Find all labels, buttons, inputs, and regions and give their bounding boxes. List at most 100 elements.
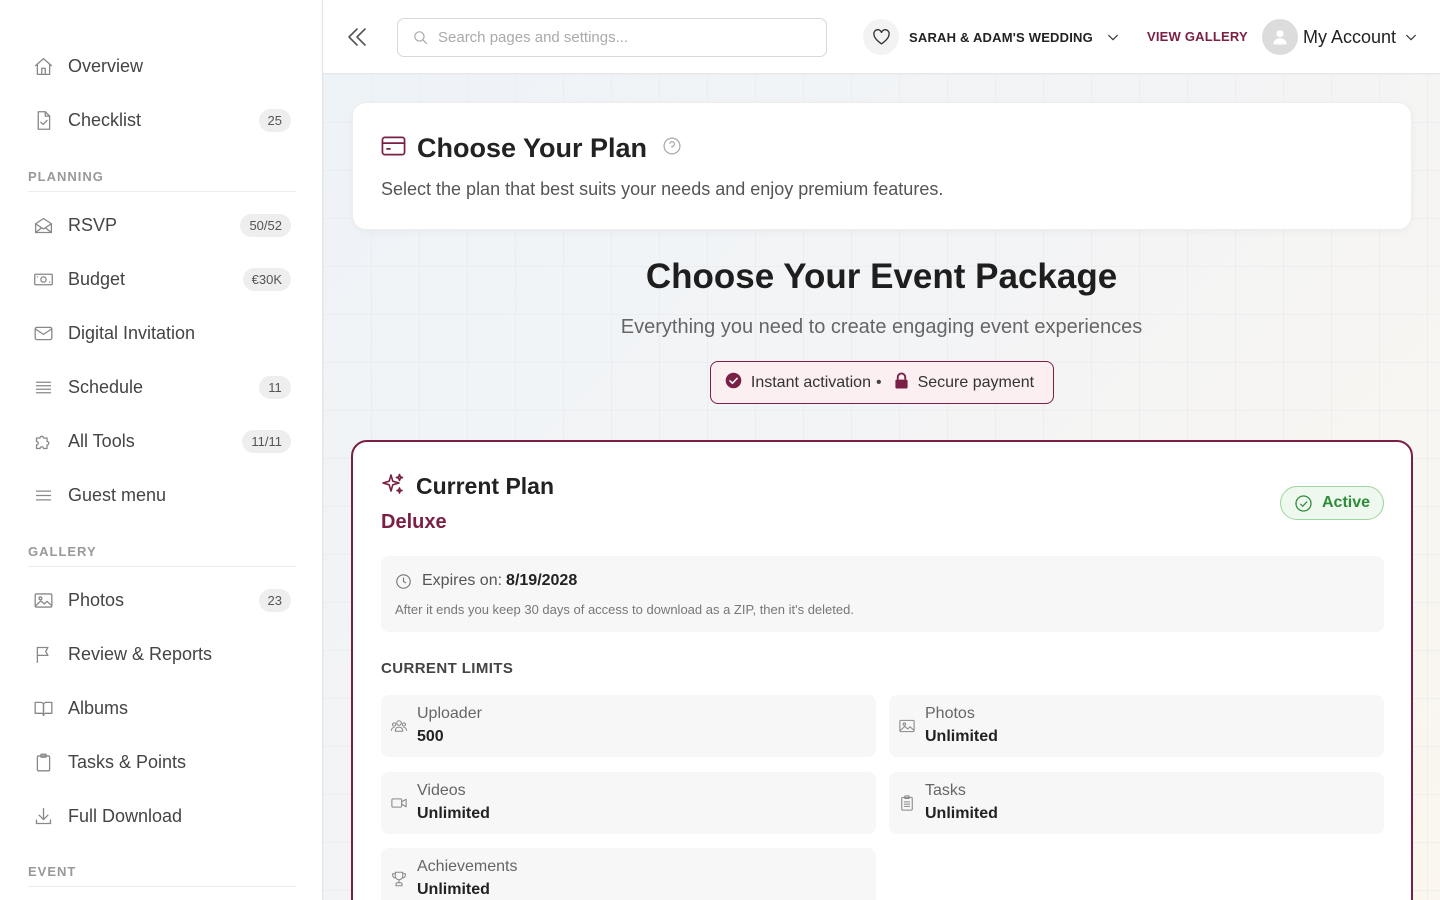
- sidebar-item-label: Tasks & Points: [68, 751, 187, 772]
- limit-value: 500: [417, 728, 444, 745]
- image-icon: [898, 717, 916, 735]
- sidebar-item-label: Guest menu: [68, 484, 167, 505]
- video-icon: [390, 794, 408, 812]
- sidebar-item-label: Overview: [68, 55, 144, 76]
- limit-value: Unlimited: [417, 805, 490, 822]
- flag-icon: [32, 643, 54, 665]
- check-circle-icon: [1295, 494, 1312, 512]
- page-subtitle: Select the plan that best suits your nee…: [381, 179, 944, 199]
- limit-value: Unlimited: [417, 881, 490, 898]
- credit-card-icon: [381, 135, 406, 162]
- check-circle-icon: [725, 372, 742, 394]
- banknote-icon: [32, 268, 54, 290]
- limit-value: Unlimited: [925, 805, 998, 822]
- package-title: Choose Your Event Package: [645, 257, 1118, 296]
- current-plan-heading: Current Plan: [416, 473, 555, 499]
- chevrons-left-icon: [348, 28, 366, 46]
- sidebar-item-label: All Tools: [68, 430, 135, 451]
- sidebar-item-guest-menu[interactable]: Guest menu: [28, 475, 291, 515]
- sidebar-item-label: Full Download: [68, 805, 183, 826]
- sidebar-item-all-tools[interactable]: All Tools 11/11: [28, 421, 291, 461]
- status-badge: Active: [1280, 486, 1384, 520]
- limit-label: Achievements: [417, 858, 518, 875]
- section-label-planning: PLANNING: [28, 169, 296, 192]
- instant-activation-label: Instant activation: [750, 373, 871, 391]
- sidebar-item-label: Photos: [68, 589, 125, 610]
- sidebar-item-rsvp[interactable]: RSVP 50/52: [28, 205, 291, 245]
- section-label-event: EVENT: [28, 864, 296, 887]
- current-plan-card: Current Plan Deluxe Active Expires on: 8…: [351, 440, 1413, 900]
- count-badge: 11: [259, 375, 291, 399]
- package-subtitle: Everything you need to create engaging e…: [620, 316, 1143, 338]
- account-menu[interactable]: My Account: [1262, 19, 1419, 55]
- top-bar: SARAH & ADAM'S WEDDING VIEW GALLERY My A…: [323, 0, 1440, 74]
- secure-payment-label: Secure payment: [917, 373, 1035, 391]
- search-input[interactable]: [438, 29, 826, 46]
- sidebar-item-albums[interactable]: Albums: [28, 688, 291, 728]
- count-badge: 23: [258, 588, 291, 612]
- event-name: SARAH & ADAM'S WEDDING: [909, 29, 1093, 45]
- home-icon: [32, 55, 54, 77]
- sidebar-item-digital-invitation[interactable]: Digital Invitation: [28, 313, 291, 353]
- download-icon: [32, 805, 54, 827]
- sidebar-item-tasks-points[interactable]: Tasks & Points: [28, 742, 291, 782]
- limit-photos: Photos Unlimited: [889, 695, 1384, 757]
- menu-icon: [32, 484, 54, 506]
- user-icon: [1273, 30, 1287, 45]
- page-title: Choose Your Plan: [417, 133, 648, 163]
- clock-icon: [396, 573, 411, 589]
- users-icon: [390, 717, 408, 735]
- limits-title: CURRENT LIMITS: [381, 660, 514, 677]
- count-badge: 11/11: [242, 429, 291, 453]
- main-content: Choose Your Plan Select the plan that be…: [323, 74, 1440, 900]
- trust-pill: Instant activation • Secure payment: [710, 361, 1054, 404]
- limit-videos: Videos Unlimited: [381, 772, 876, 834]
- clipboard-list-icon: [898, 794, 916, 812]
- envelope-open-icon: [32, 214, 54, 236]
- sidebar-item-checklist[interactable]: Checklist 25: [28, 100, 291, 140]
- mail-icon: [32, 322, 54, 344]
- list-icon: [32, 376, 54, 398]
- view-gallery-link[interactable]: VIEW GALLERY: [1147, 29, 1248, 44]
- limit-label: Uploader: [417, 705, 482, 722]
- sidebar-item-label: RSVP: [68, 214, 118, 235]
- collapse-sidebar-button[interactable]: [345, 24, 369, 50]
- sidebar-item-full-download[interactable]: Full Download: [28, 796, 291, 836]
- file-check-icon: [32, 109, 54, 131]
- count-badge: €30K: [242, 267, 291, 291]
- limit-label: Videos: [417, 782, 466, 799]
- sidebar-item-budget[interactable]: Budget €30K: [28, 259, 291, 299]
- status-label: Active: [1321, 494, 1371, 511]
- avatar: [1262, 19, 1298, 55]
- search-box[interactable]: [397, 18, 827, 57]
- section-label-gallery: GALLERY: [28, 544, 296, 567]
- sidebar-item-review-reports[interactable]: Review & Reports: [28, 634, 291, 674]
- search-icon: [414, 31, 428, 45]
- sidebar-item-label: Schedule: [68, 376, 144, 397]
- expiry-note: After it ends you keep 30 days of access…: [395, 602, 854, 617]
- limit-label: Tasks: [925, 782, 966, 799]
- expires-value: 8/19/2028: [506, 572, 578, 589]
- limit-achievements: Achievements Unlimited: [381, 848, 876, 900]
- image-icon: [32, 589, 54, 611]
- limit-tasks: Tasks Unlimited: [889, 772, 1384, 834]
- event-selector[interactable]: SARAH & ADAM'S WEDDING: [863, 19, 1121, 55]
- sidebar-item-label: Budget: [68, 268, 126, 289]
- count-badge: 25: [258, 108, 291, 132]
- sidebar-item-label: Review & Reports: [68, 643, 213, 664]
- sidebar-item-photos[interactable]: Photos 23: [28, 580, 291, 620]
- limit-label: Photos: [925, 705, 975, 722]
- clipboard-icon: [32, 751, 54, 773]
- sidebar-item-schedule[interactable]: Schedule 11: [28, 367, 291, 407]
- expires-label: Expires on:: [422, 572, 503, 589]
- sidebar-item-label: Checklist: [68, 109, 142, 130]
- limit-uploader: Uploader 500: [381, 695, 876, 757]
- plan-header-card: Choose Your Plan Select the plan that be…: [352, 102, 1412, 230]
- lock-icon: [894, 372, 909, 394]
- help-icon[interactable]: [647, 136, 682, 161]
- separator: •: [875, 373, 882, 391]
- sparkles-icon: [381, 472, 405, 501]
- sidebar-item-overview[interactable]: Overview: [28, 46, 291, 86]
- count-badge: 50/52: [240, 213, 291, 237]
- book-icon: [32, 697, 54, 719]
